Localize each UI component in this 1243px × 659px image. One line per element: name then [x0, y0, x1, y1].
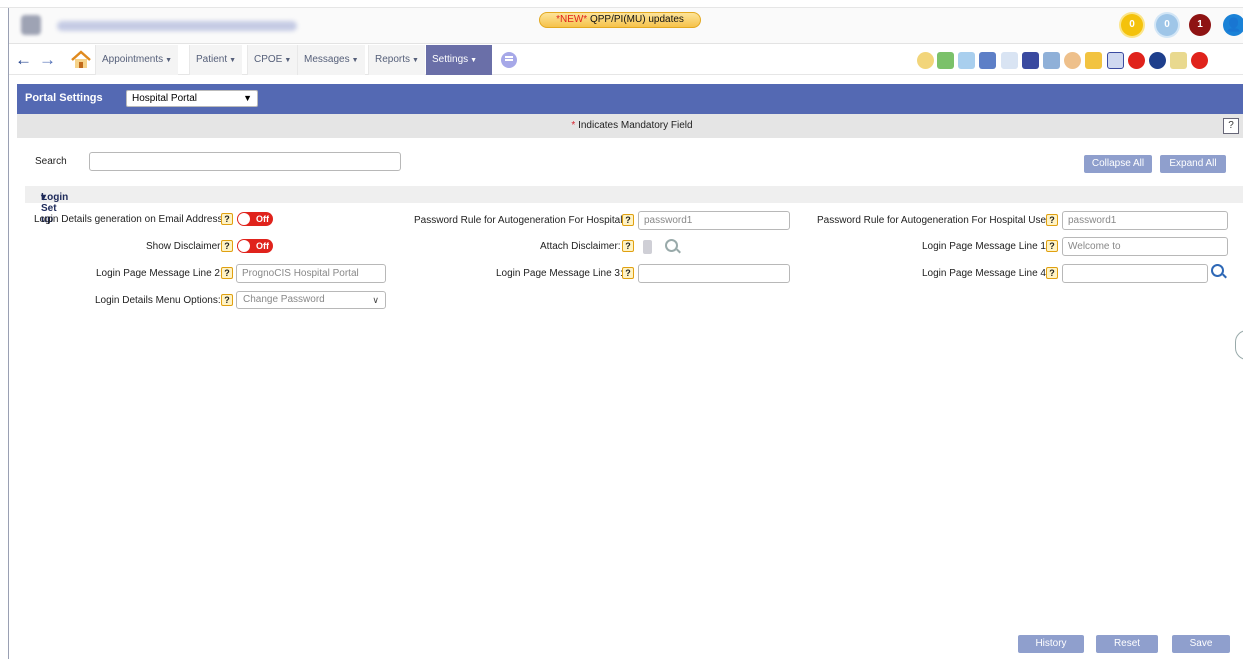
side-panel-handle[interactable]: ⋮	[1235, 330, 1243, 360]
page-title: Portal Settings	[25, 92, 103, 104]
patient-icon[interactable]	[1064, 52, 1081, 69]
notice-new-tag: *NEW*	[556, 14, 588, 25]
menu-cpoe[interactable]: CPOE ▼	[247, 45, 298, 75]
support-icon[interactable]	[1128, 52, 1145, 69]
menu-settings[interactable]: Settings ▼	[426, 45, 492, 75]
help-icon[interactable]: ?	[221, 240, 233, 252]
login-email-label: Login Details generation on Email Addres…	[34, 214, 226, 225]
section-caret-icon: ▾	[41, 192, 47, 203]
mandatory-info-bar: * Indicates Mandatory Field ?	[17, 114, 1243, 138]
power-icon[interactable]	[1191, 52, 1208, 69]
pw-hospital-user-label: Password Rule for Autogeneration For Hos…	[817, 215, 1053, 226]
login-line2-input[interactable]: PrognoCIS Hospital Portal	[236, 264, 386, 283]
help-icon[interactable]: ?	[1046, 240, 1058, 252]
login-line3-input[interactable]	[638, 264, 790, 283]
help-button[interactable]: ?	[1223, 118, 1239, 134]
pw-hospital-user-input[interactable]: password1	[1062, 211, 1228, 230]
help-icon[interactable]: ?	[622, 214, 634, 226]
app-frame: *NEW* QPP/PI(MU) updates 0 0 1 👤 ← → App…	[8, 8, 1243, 659]
search-input[interactable]	[89, 152, 401, 171]
rc-icon[interactable]	[1107, 52, 1124, 69]
save-button[interactable]: Save	[1172, 635, 1230, 653]
login-line1-input[interactable]: Welcome to	[1062, 237, 1228, 256]
portal-settings-header: Portal Settings Hospital Portal ▼	[17, 84, 1243, 114]
browser-top-strip	[0, 0, 1243, 8]
documents-icon[interactable]	[1043, 52, 1060, 69]
collapse-all-button[interactable]: Collapse All	[1084, 155, 1152, 173]
users-icon[interactable]	[979, 52, 996, 69]
chart-icon[interactable]	[937, 52, 954, 69]
help-icon[interactable]: ?	[622, 267, 634, 279]
zoom-in-icon[interactable]	[1211, 264, 1224, 277]
dashboard-icon[interactable]	[958, 52, 975, 69]
login-setup-section-header[interactable]: Login Set up ▾	[25, 186, 1243, 225]
back-arrow-icon[interactable]: ←	[15, 50, 32, 70]
search-label: Search	[35, 156, 67, 167]
mail-icon[interactable]	[1085, 52, 1102, 69]
menu-messages[interactable]: Messages ▼	[297, 45, 365, 75]
attach-disclaimer-label: Attach Disclaimer:	[540, 241, 621, 252]
notification-badge-blue[interactable]: 0	[1156, 14, 1178, 36]
login-email-toggle[interactable]: Off	[237, 212, 273, 226]
show-disclaimer-label: Show Disclaimer:	[146, 241, 224, 252]
reset-button[interactable]: Reset	[1096, 635, 1158, 653]
help-icon[interactable]: ?	[221, 213, 233, 225]
pw-hospital-input[interactable]: password1	[638, 211, 790, 230]
login-line4-label: Login Page Message Line 4:	[922, 268, 1049, 279]
login-line3-label: Login Page Message Line 3:	[496, 268, 623, 279]
menu-appointments[interactable]: Appointments ▼	[95, 45, 179, 75]
main-nav: ← → Appointments ▼ Patient ▼ CPOE ▼ Message…	[9, 45, 1243, 75]
menu-options-label: Login Details Menu Options:	[95, 295, 221, 306]
notes-icon[interactable]	[1001, 52, 1018, 69]
app-header: *NEW* QPP/PI(MU) updates 0 0 1 👤	[9, 8, 1243, 44]
login-line1-label: Login Page Message Line 1:	[922, 241, 1049, 252]
mandatory-star: *	[571, 120, 576, 131]
menu-options-select[interactable]: Change Password ∨	[236, 291, 386, 309]
history-button[interactable]: History	[1018, 635, 1084, 653]
help-icon[interactable]: ?	[221, 267, 233, 279]
home-icon[interactable]	[69, 48, 93, 72]
chevron-down-icon: ▼	[243, 93, 252, 103]
login-line2-label: Login Page Message Line 2:	[96, 268, 223, 279]
login-line4-input[interactable]	[1062, 264, 1208, 283]
zoom-icon[interactable]	[665, 239, 678, 252]
pw-hospital-label: Password Rule for Autogeneration For Hos…	[414, 215, 626, 226]
user-profile-icon[interactable]: 👤	[1223, 14, 1243, 36]
help-icon[interactable]: ?	[622, 240, 634, 252]
chat-icon[interactable]	[501, 52, 517, 68]
menu-patient[interactable]: Patient ▼	[189, 45, 243, 75]
app-logo	[21, 15, 41, 35]
help-icon[interactable]: ?	[1046, 214, 1058, 226]
show-disclaimer-toggle[interactable]: Off	[237, 239, 273, 253]
updates-notice-button[interactable]: *NEW* QPP/PI(MU) updates	[539, 12, 701, 28]
toolbar-icon-1[interactable]	[917, 52, 934, 69]
help-icon[interactable]: ?	[221, 294, 233, 306]
practice-name-redacted	[57, 21, 297, 31]
notification-badge-red[interactable]: 1	[1189, 14, 1211, 36]
info-icon[interactable]	[1149, 52, 1166, 69]
expand-all-button[interactable]: Expand All	[1160, 155, 1226, 173]
forward-arrow-icon[interactable]: →	[39, 50, 56, 70]
notice-text: QPP/PI(MU) updates	[589, 14, 684, 25]
help-icon[interactable]: ?	[1046, 267, 1058, 279]
chevron-down-icon: ∨	[372, 295, 379, 305]
notification-badge-yellow[interactable]: 0	[1121, 14, 1143, 36]
menu-reports[interactable]: Reports ▼	[368, 45, 425, 75]
page: *NEW* QPP/PI(MU) updates 0 0 1 👤 ← → App…	[0, 0, 1243, 659]
bill-icon[interactable]	[1022, 52, 1039, 69]
portal-type-select[interactable]: Hospital Portal ▼	[126, 90, 258, 107]
attachment-icon[interactable]	[643, 240, 652, 254]
mandatory-text: Indicates Mandatory Field	[578, 120, 693, 131]
lock-icon[interactable]	[1170, 52, 1187, 69]
